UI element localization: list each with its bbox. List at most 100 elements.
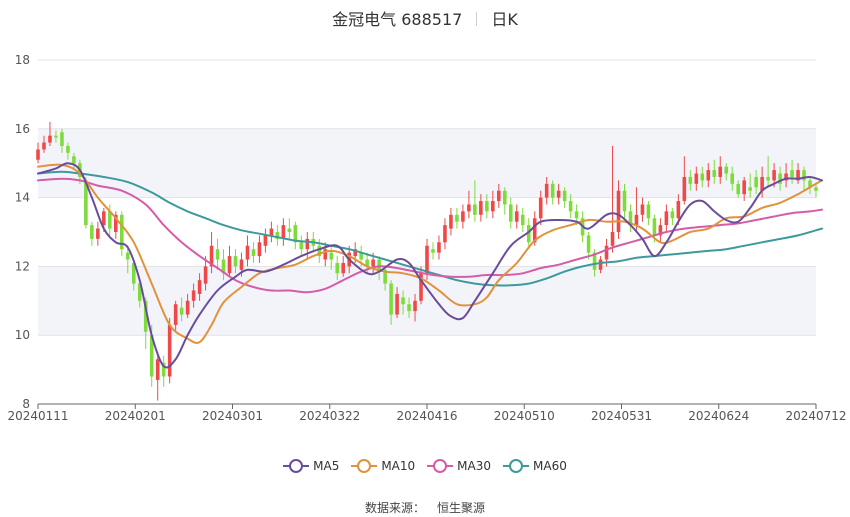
candle-body — [670, 211, 675, 219]
candle-body — [706, 170, 711, 181]
x-tick-label: 20240531 — [591, 409, 652, 423]
candle-body — [305, 238, 310, 250]
candle-body — [437, 242, 441, 253]
candle-body — [610, 232, 615, 246]
candle-body — [754, 176, 758, 188]
candle-body — [712, 170, 717, 177]
candle-body — [431, 249, 435, 253]
candle-body — [485, 201, 489, 212]
candle-body — [646, 204, 651, 219]
candle-body — [90, 225, 94, 239]
source-label: 数据来源： — [364, 501, 425, 515]
x-tick-label: 20240201 — [105, 409, 166, 423]
candle-body — [42, 142, 46, 150]
candle-body — [395, 293, 399, 315]
x-tick-label: 20240322 — [299, 409, 360, 423]
candle-body — [514, 211, 519, 222]
candle-body — [718, 166, 723, 177]
candle-body — [125, 252, 130, 260]
candle-body — [586, 235, 591, 253]
y-tick-label: 12 — [15, 259, 30, 273]
candle-body — [185, 300, 190, 315]
y-tick-label: 14 — [15, 191, 30, 205]
background-bands — [38, 128, 816, 336]
candle-body — [173, 304, 178, 325]
candle-body — [736, 183, 740, 195]
candle-body — [622, 190, 627, 212]
candle-body — [568, 201, 573, 212]
band-14-16 — [38, 128, 816, 198]
x-tick-label: 20240624 — [688, 409, 749, 423]
y-tick-label: 18 — [15, 53, 30, 67]
candle-body — [335, 262, 340, 274]
candle-body — [748, 187, 752, 191]
candle-body — [54, 135, 58, 138]
candle-body — [652, 218, 657, 236]
candle-body — [538, 197, 543, 219]
candle-body — [491, 201, 495, 212]
candle-body — [341, 262, 346, 274]
candle-body — [640, 204, 645, 215]
candle-body — [281, 225, 286, 239]
y-tick-label: 10 — [15, 328, 30, 342]
candle-body — [66, 146, 70, 153]
candle-body — [287, 228, 292, 232]
candle-body — [36, 149, 40, 160]
legend-label: MA10 — [381, 459, 416, 473]
source-value: 恒生聚源 — [437, 501, 486, 515]
candle-body — [48, 135, 52, 143]
legend-swatch-icon — [427, 459, 454, 473]
x-tick-label: 20240301 — [202, 409, 263, 423]
legend-label: MA60 — [533, 459, 567, 473]
candle-body — [155, 359, 160, 380]
candle-body — [191, 290, 196, 301]
legend-swatch-icon — [283, 459, 310, 473]
candle-body — [616, 190, 621, 232]
x-tick-label: 20240510 — [494, 409, 555, 423]
legend-label: MA5 — [313, 459, 340, 473]
candle-body — [251, 249, 256, 257]
candle-body — [102, 211, 106, 226]
legend-item-ma30[interactable]: MA30 — [427, 459, 491, 473]
candle-body — [544, 183, 549, 198]
legend-swatch-icon — [351, 459, 378, 473]
candle-body — [520, 214, 525, 226]
candle-body — [556, 190, 561, 198]
x-tick-label: 20240712 — [785, 409, 846, 423]
candle-body — [473, 204, 477, 215]
candle-body — [742, 180, 746, 195]
candle-body — [682, 176, 687, 202]
candle-body — [401, 297, 405, 305]
candle-body — [269, 228, 274, 236]
candle-body — [676, 201, 681, 219]
candle-body — [233, 256, 238, 267]
candle-body — [96, 228, 100, 239]
candle-body — [245, 245, 250, 260]
candle-body — [814, 187, 818, 191]
candle-body — [497, 190, 501, 202]
y-tick-label: 16 — [15, 122, 30, 136]
candle-body — [574, 211, 579, 219]
candle-body — [263, 235, 268, 246]
candle-body — [407, 304, 411, 312]
grid-lines — [38, 59, 816, 405]
x-axis: 20240111 20240201 20240301 20240322 20240416… — [7, 403, 847, 423]
candle-body — [598, 259, 603, 270]
candle-body — [790, 170, 794, 177]
candle-body — [724, 166, 729, 174]
candle-body — [461, 211, 465, 222]
candle-body — [730, 173, 735, 184]
y-axis: 81012141618 — [15, 53, 30, 411]
candle-body — [239, 259, 244, 270]
candle-body — [329, 252, 334, 260]
data-source: 数据来源： 恒生聚源 — [0, 499, 850, 516]
legend-swatch-icon — [503, 459, 530, 473]
legend-item-ma10[interactable]: MA10 — [351, 459, 415, 473]
legend: MA5 MA10 MA30 MA60 — [0, 459, 850, 476]
candle-body — [299, 242, 304, 250]
candle-body — [467, 204, 471, 212]
candle-body — [425, 245, 429, 274]
candle-body — [449, 214, 453, 229]
legend-item-ma60[interactable]: MA60 — [503, 459, 567, 473]
legend-item-ma5[interactable]: MA5 — [283, 459, 339, 473]
